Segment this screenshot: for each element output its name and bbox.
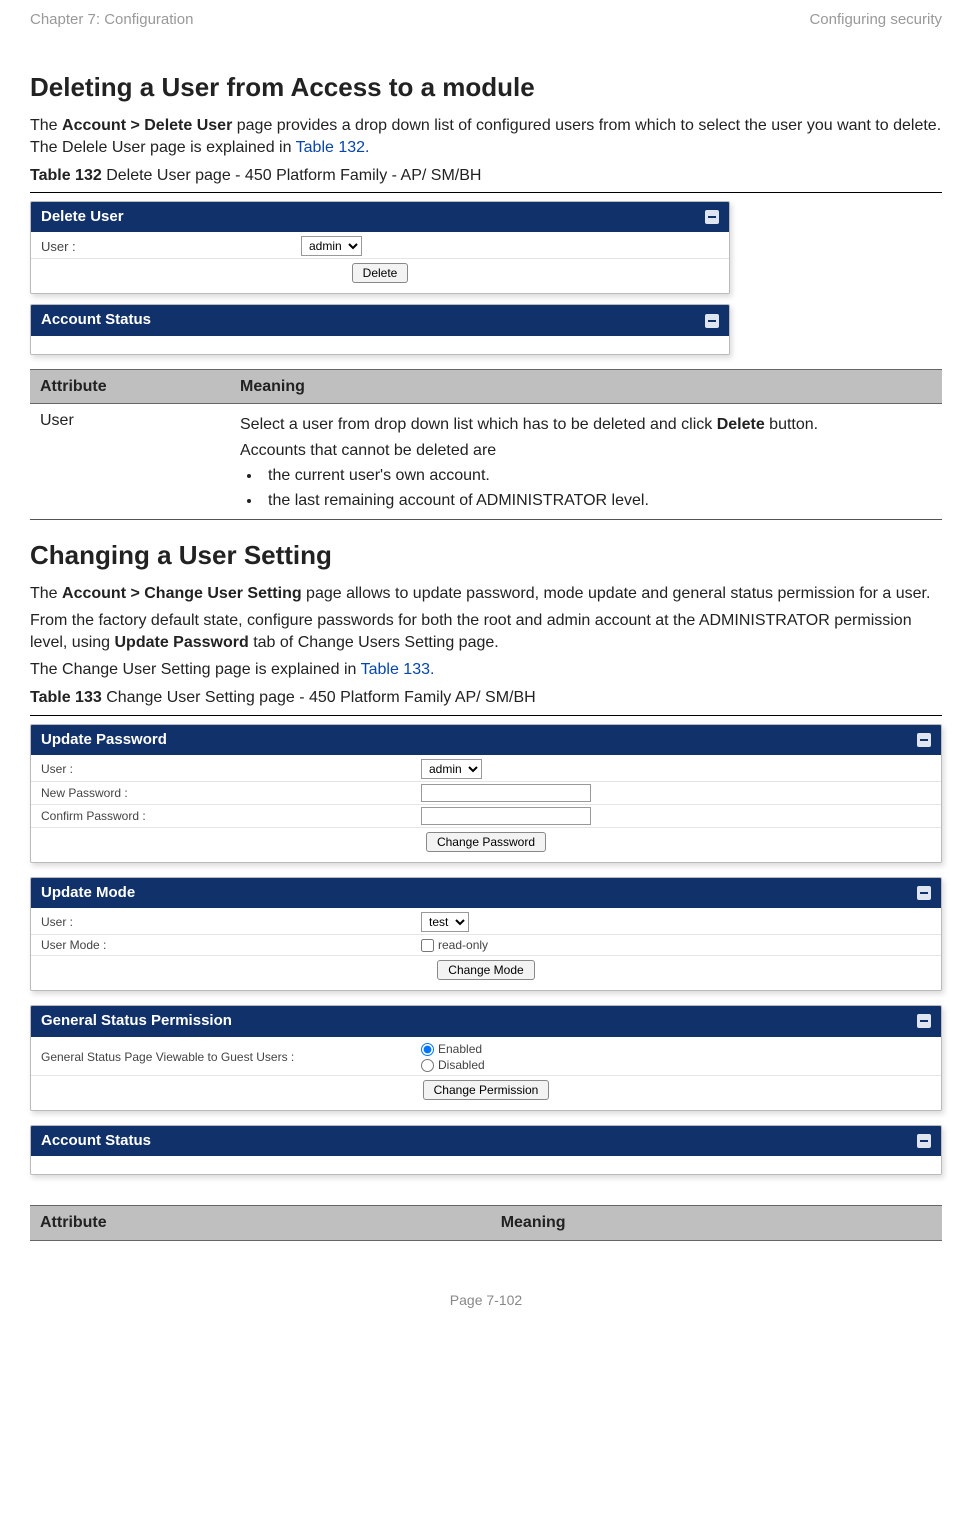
heading-changing-user-setting: Changing a User Setting bbox=[30, 538, 942, 573]
link-table-132[interactable]: Table 132. bbox=[296, 139, 370, 156]
heading-deleting-user: Deleting a User from Access to a module bbox=[30, 70, 942, 105]
field-user: User : admin bbox=[31, 234, 729, 259]
rule bbox=[30, 715, 942, 716]
collapse-icon[interactable] bbox=[917, 1014, 931, 1028]
label-user-mode: User Mode : bbox=[41, 937, 421, 953]
delete-button[interactable]: Delete bbox=[352, 263, 409, 283]
list-item: the last remaining account of ADMINISTRA… bbox=[262, 490, 932, 512]
panel-title: Account Status bbox=[41, 1131, 151, 1151]
panel-title: Delete User bbox=[41, 207, 124, 227]
page-number: Page 7-102 bbox=[30, 1291, 942, 1310]
th-attribute: Attribute bbox=[30, 1206, 491, 1241]
intro-paragraph-1: The Account > Delete User page provides … bbox=[30, 115, 942, 158]
change-p3: The Change User Setting page is explaine… bbox=[30, 659, 942, 681]
screenshot-account-status-1: Account Status bbox=[30, 304, 730, 354]
select-user[interactable]: admin bbox=[421, 759, 482, 779]
cell-attribute: User bbox=[30, 404, 230, 519]
collapse-icon[interactable] bbox=[705, 210, 719, 224]
label-user: User : bbox=[41, 761, 421, 777]
panel-update-mode-header: Update Mode bbox=[31, 878, 941, 908]
change-p2: From the factory default state, configur… bbox=[30, 610, 942, 653]
radio-disabled[interactable] bbox=[421, 1059, 434, 1072]
screenshot-delete-user: Delete User User : admin Delete bbox=[30, 201, 730, 294]
page-header: Chapter 7: Configuration Configuring sec… bbox=[30, 10, 942, 30]
collapse-icon[interactable] bbox=[705, 314, 719, 328]
screenshot-change-user-setting: Update Password User : admin New Passwor… bbox=[30, 724, 942, 1176]
readonly-label: read-only bbox=[438, 938, 488, 952]
input-new-password[interactable] bbox=[421, 784, 591, 802]
input-confirm-password[interactable] bbox=[421, 807, 591, 825]
disabled-label: Disabled bbox=[438, 1058, 485, 1072]
panel-title: Account Status bbox=[41, 310, 151, 330]
chapter-label: Chapter 7: Configuration bbox=[30, 10, 193, 30]
collapse-icon[interactable] bbox=[917, 733, 931, 747]
panel-account-status-header: Account Status bbox=[31, 305, 729, 335]
label-user: User : bbox=[41, 238, 301, 256]
panel-account-status-header-2: Account Status bbox=[31, 1126, 941, 1156]
change-p1: The Account > Change User Setting page a… bbox=[30, 583, 942, 605]
table-133: Attribute Meaning bbox=[30, 1205, 942, 1241]
panel-delete-user-header: Delete User bbox=[31, 202, 729, 232]
panel-title: General Status Permission bbox=[41, 1011, 232, 1031]
table-row: User Select a user from drop down list w… bbox=[30, 404, 942, 519]
label-user: User : bbox=[41, 914, 421, 930]
table-132: Attribute Meaning User Select a user fro… bbox=[30, 369, 942, 520]
table-132-caption: Table 132 Delete User page - 450 Platfor… bbox=[30, 165, 942, 187]
label-confirm-password: Confirm Password : bbox=[41, 808, 421, 824]
th-meaning: Meaning bbox=[491, 1206, 942, 1241]
panel-update-password-header: Update Password bbox=[31, 725, 941, 755]
panel-title: Update Password bbox=[41, 730, 167, 750]
checkbox-readonly[interactable] bbox=[421, 939, 434, 952]
enabled-label: Enabled bbox=[438, 1042, 482, 1056]
panel-title: Update Mode bbox=[41, 883, 135, 903]
change-mode-button[interactable]: Change Mode bbox=[437, 960, 534, 980]
change-permission-button[interactable]: Change Permission bbox=[423, 1080, 550, 1100]
change-password-button[interactable]: Change Password bbox=[426, 832, 546, 852]
th-attribute: Attribute bbox=[30, 369, 230, 404]
label-general-status: General Status Page Viewable to Guest Us… bbox=[41, 1049, 421, 1065]
collapse-icon[interactable] bbox=[917, 1134, 931, 1148]
th-meaning: Meaning bbox=[230, 369, 942, 404]
select-user-mode[interactable]: test bbox=[421, 912, 469, 932]
rule bbox=[30, 192, 942, 193]
radio-enabled[interactable] bbox=[421, 1043, 434, 1056]
list-item: the current user's own account. bbox=[262, 465, 932, 487]
section-label: Configuring security bbox=[809, 10, 942, 30]
link-table-133[interactable]: Table 133. bbox=[361, 661, 435, 678]
cell-meaning: Select a user from drop down list which … bbox=[230, 404, 942, 519]
collapse-icon[interactable] bbox=[917, 886, 931, 900]
label-new-password: New Password : bbox=[41, 785, 421, 801]
select-user[interactable]: admin bbox=[301, 236, 362, 256]
panel-general-status-header: General Status Permission bbox=[31, 1006, 941, 1036]
table-133-caption: Table 133 Change User Setting page - 450… bbox=[30, 687, 942, 709]
